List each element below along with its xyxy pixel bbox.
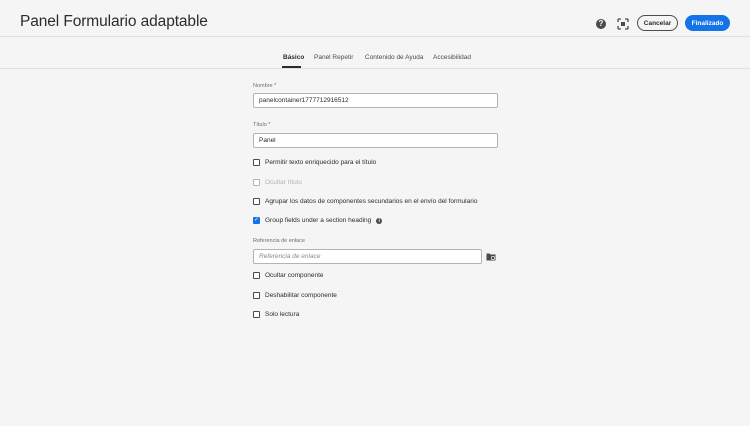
checkbox-box-checked[interactable]: ✓ xyxy=(253,217,260,224)
title-label: Título * xyxy=(253,122,271,128)
checkbox-label: Deshabilitar componente xyxy=(265,292,337,299)
header-bar: Panel Formulario adaptable ? Cancelar Fi… xyxy=(0,0,750,37)
checkbox-box[interactable] xyxy=(253,272,260,279)
name-label: Nombre * xyxy=(253,83,277,89)
page-title: Panel Formulario adaptable xyxy=(20,13,208,30)
checkbox-hide-component[interactable]: Ocultar componente xyxy=(253,271,324,280)
checkbox-box[interactable] xyxy=(253,292,260,299)
tab-contenido-ayuda[interactable]: Contenido de Ayuda xyxy=(365,54,423,61)
checkbox-hide-title: Ocultar título xyxy=(253,178,302,187)
help-icon[interactable]: ? xyxy=(596,19,606,29)
checkbox-label: Group fields under a section heading xyxy=(265,217,372,224)
checkbox-group-child-data[interactable]: Agrupar los datos de componentes secunda… xyxy=(253,197,477,206)
checkbox-label: Ocultar componente xyxy=(265,272,324,279)
checkbox-box xyxy=(253,179,260,186)
checkbox-disable-component[interactable]: Deshabilitar componente xyxy=(253,291,337,300)
checkbox-rich-text-title[interactable]: Permitir texto enriquecido para el títul… xyxy=(253,158,376,167)
checkbox-box[interactable] xyxy=(253,198,260,205)
tab-basico[interactable]: Básico xyxy=(283,54,304,61)
checkbox-label: Permitir texto enriquecido para el títul… xyxy=(265,159,377,166)
checkbox-label: Ocultar título xyxy=(265,179,302,186)
checkbox-label: Solo lectura xyxy=(265,311,300,318)
checkbox-label: Agrupar los datos de componentes secunda… xyxy=(265,198,478,205)
title-input[interactable]: Panel xyxy=(253,133,498,148)
tabs-divider xyxy=(0,68,750,69)
tab-panel-repetir[interactable]: Panel Repetir xyxy=(314,54,353,61)
tab-accesibilidad[interactable]: Accesibilidad xyxy=(433,54,471,61)
checkbox-box[interactable] xyxy=(253,159,260,166)
link-reference-label: Referencia de enlace xyxy=(253,238,305,244)
cancel-button[interactable]: Cancelar xyxy=(637,15,678,31)
name-input[interactable]: panelcontainer1777712916512 xyxy=(253,93,498,108)
checkbox-box[interactable] xyxy=(253,311,260,318)
link-reference-input[interactable]: Referencia de enlace xyxy=(253,249,482,264)
checkbox-read-only[interactable]: Solo lectura xyxy=(253,310,299,319)
done-button[interactable]: Finalizado xyxy=(685,15,730,31)
info-icon[interactable]: i xyxy=(376,217,383,224)
folder-browse-icon[interactable] xyxy=(486,252,496,261)
checkbox-group-fields-heading[interactable]: ✓ Group fields under a section heading i xyxy=(253,216,383,225)
fullscreen-icon[interactable] xyxy=(617,18,629,30)
